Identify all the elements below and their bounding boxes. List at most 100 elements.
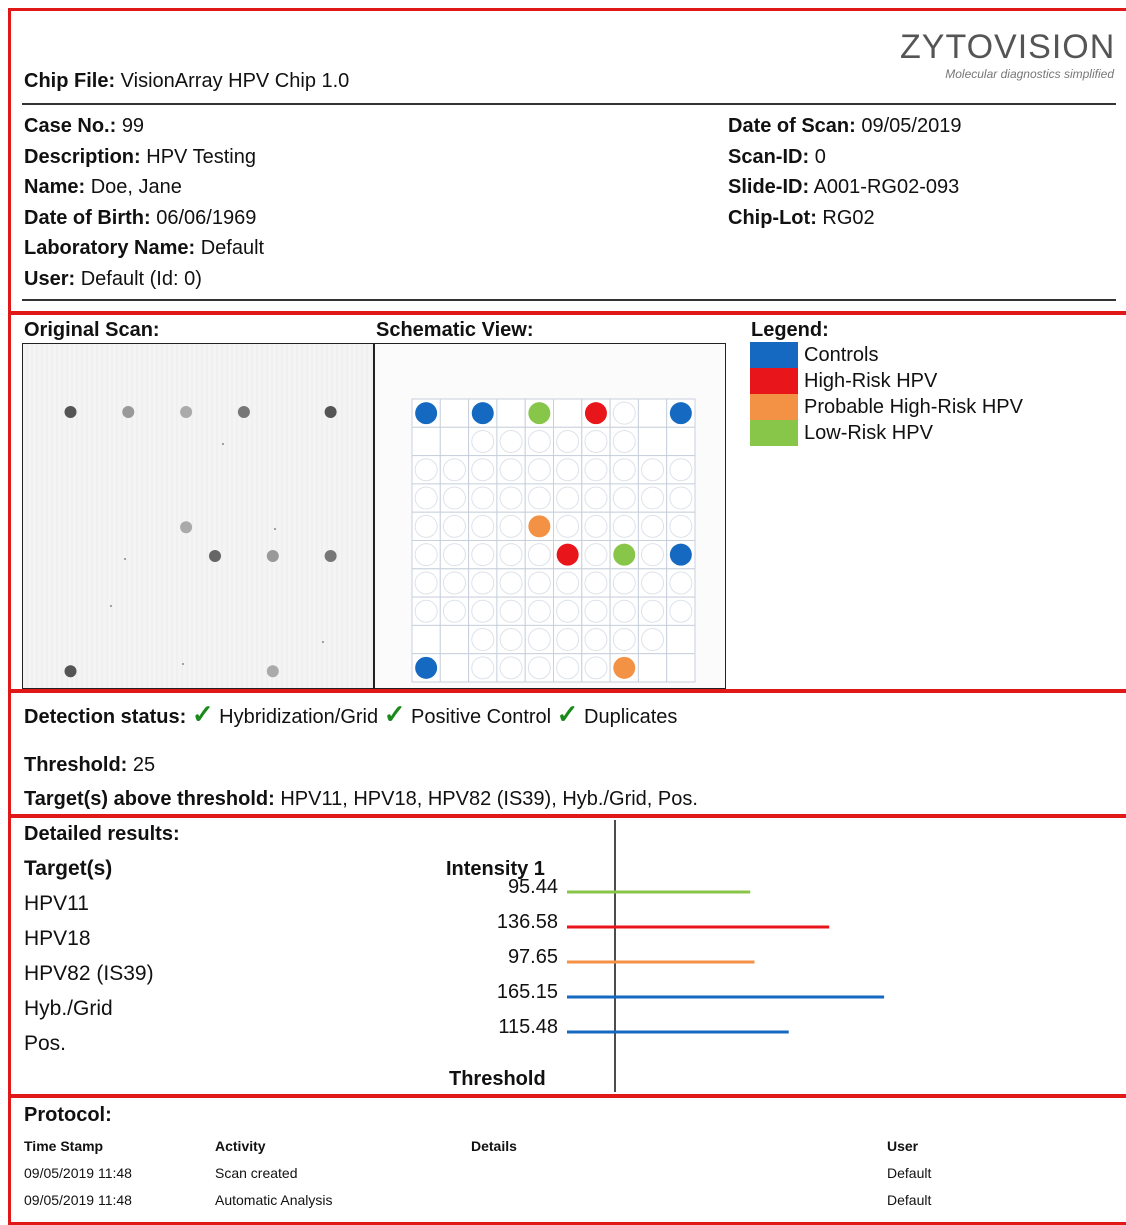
grid-cell (609, 596, 639, 626)
intensity-value-label: 165.15 (497, 981, 558, 1003)
targets-header-text: Target(s) (24, 857, 113, 880)
intensity-value-label: 136.58 (497, 911, 558, 933)
grid-cell (581, 455, 611, 485)
grid-cell (496, 483, 526, 513)
grid-cell (411, 483, 441, 513)
grid-cell (553, 568, 583, 598)
grid-cell (439, 426, 470, 457)
protocol-header-user: User (887, 1138, 919, 1154)
grid-cell (553, 653, 583, 683)
grid-cell (524, 596, 554, 626)
grid-cell (439, 540, 470, 570)
grid-cell (637, 426, 668, 457)
scan-id-label: Scan-ID: (728, 145, 810, 168)
grid-cell (468, 455, 498, 485)
grid-cell (496, 540, 526, 570)
grid-cell (468, 596, 498, 626)
scan-spot (122, 406, 135, 418)
grid-cell (609, 568, 639, 598)
grid-spot-colored (613, 656, 636, 679)
scan-spot (64, 665, 77, 678)
grid-cell (553, 455, 583, 485)
scan-spot (180, 406, 193, 418)
grid-cell (553, 398, 583, 428)
threshold-value: 25 (132, 754, 156, 776)
patient-right: Date of Scan: 09/05/2019 Scan-ID: 0 Slid… (728, 114, 961, 236)
protocol-header-activity: Activity (215, 1138, 266, 1154)
grid-cell (581, 653, 611, 683)
grid-cell (496, 511, 526, 541)
grid-cell (439, 653, 470, 683)
grid-spot-colored (528, 515, 551, 538)
legend-swatch-controls (750, 342, 798, 368)
grid-spot-colored (613, 543, 636, 566)
grid-cell (581, 624, 611, 655)
targets-above-threshold-value: HPV11, HPV18, HPV82 (IS39), Hyb./Grid, P… (280, 788, 698, 810)
grid-cell (439, 398, 470, 428)
protocol-header-time: Time Stamp (24, 1138, 104, 1154)
detailed-results-title-text: Detailed results: (24, 823, 180, 845)
grid-cell (411, 426, 441, 457)
grid-cell (411, 511, 441, 541)
protocol-header-details: Details (471, 1138, 517, 1154)
grid-cell (609, 624, 639, 655)
grid-cell (468, 483, 498, 513)
chip-lot-value: RG02 (822, 206, 875, 229)
check-icon: ✓ (556, 699, 579, 729)
check-positive-control: Positive Control (411, 706, 552, 728)
scan-spot (209, 550, 221, 562)
scan-spot (324, 550, 337, 562)
grid-cell (553, 596, 583, 626)
slide-id-label: Slide-ID: (728, 176, 810, 198)
date-of-scan-label: Date of Scan: (728, 115, 856, 137)
grid-cell (468, 568, 498, 598)
grid-spot-colored (415, 402, 438, 425)
grid-cell (468, 624, 498, 655)
scan-speckle (274, 528, 276, 530)
date-of-scan-value: 09/05/2019 (861, 115, 962, 137)
grid-cell (637, 653, 668, 683)
legend-label-text: Legend: (751, 319, 829, 341)
schematic-view-label: Schematic View: (376, 318, 533, 342)
scan-spots (64, 406, 337, 678)
original-scan-image (22, 343, 374, 689)
grid-cell (581, 540, 611, 570)
grid-cell (637, 511, 668, 541)
grid-cell (496, 568, 526, 598)
chip-file: Chip File: VisionArray HPV Chip 1.0 (24, 69, 349, 93)
protocol-title-text: Protocol: (24, 1104, 112, 1126)
grid-cell (581, 426, 611, 457)
patient-left: Case No.: 99 Description: HPV Testing Na… (24, 114, 264, 297)
grid-cell (637, 483, 668, 513)
target-name: Pos. (24, 1032, 67, 1055)
legend-label-high-risk: High-Risk HPV (804, 370, 938, 392)
scan-speckle (110, 605, 112, 607)
grid-cell (524, 624, 554, 655)
date-of-scan: Date of Scan: 09/05/2019 (728, 114, 961, 145)
scan-speckle (182, 663, 184, 665)
patient-name-value: Doe, Jane (90, 176, 182, 198)
grid-cell (411, 568, 441, 598)
user-label: User: (24, 267, 76, 290)
grid-cell (496, 596, 526, 626)
date-of-birth-label: Date of Birth: (24, 206, 151, 229)
targets-above-threshold: Target(s) above threshold: HPV11, HPV18,… (24, 787, 698, 811)
user: User: Default (Id: 0) (24, 267, 264, 298)
date-of-birth: Date of Birth: 06/06/1969 (24, 206, 264, 237)
legend-label: Legend: (751, 318, 829, 342)
grid-cell (609, 511, 639, 541)
grid-cell (609, 398, 639, 428)
description-label: Description: (24, 145, 141, 168)
legend-swatch-low-risk (750, 420, 798, 446)
grid-cell (609, 455, 639, 485)
intensity-value-label: 97.65 (508, 946, 558, 968)
target-name: HPV11 (24, 892, 89, 915)
targets-header: Target(s) (24, 857, 112, 881)
scan-id: Scan-ID: 0 (728, 145, 961, 176)
chip-lot: Chip-Lot: RG02 (728, 206, 961, 237)
grid-cell (609, 483, 639, 513)
logo-text: ZYTOVISION (900, 28, 1116, 66)
protocol-row-2-time: 09/05/2019 11:48 (24, 1192, 132, 1208)
legend-label-low-risk: Low-Risk HPV (804, 422, 933, 444)
scan-spot (64, 406, 77, 418)
